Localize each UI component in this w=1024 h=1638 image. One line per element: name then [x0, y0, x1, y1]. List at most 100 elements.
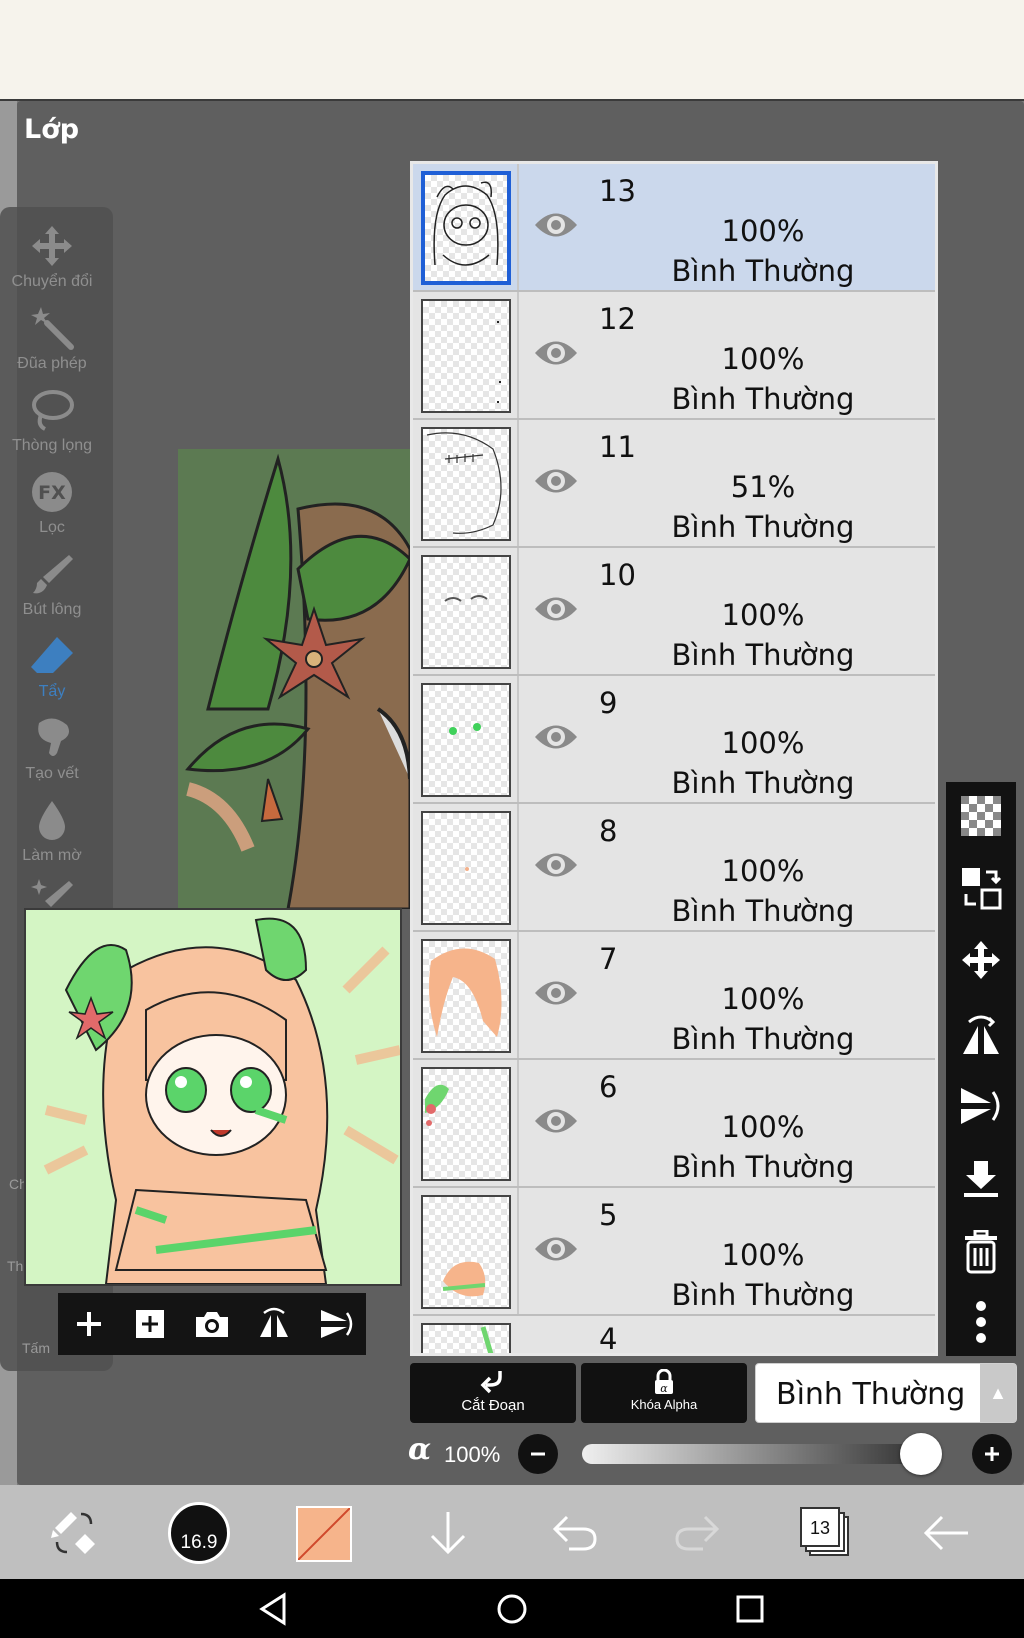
layer-blend-mode: Bình Thường [671, 510, 855, 544]
move-layer-icon[interactable] [957, 936, 1005, 984]
eye-icon[interactable] [533, 336, 579, 370]
opacity-increase-button[interactable] [972, 1434, 1012, 1474]
layer-row[interactable]: 5 100% Bình Thường [413, 1188, 935, 1316]
eye-icon[interactable] [533, 1232, 579, 1266]
eye-icon[interactable] [533, 720, 579, 754]
more-options-icon[interactable] [957, 1298, 1005, 1346]
brush-eraser-swap-icon[interactable] [46, 1505, 102, 1561]
brush-size-value: 16.9 [180, 1532, 218, 1553]
layer-thumbnail [421, 1195, 511, 1309]
tool-eraser[interactable]: Tẩy [0, 633, 104, 701]
layer-row[interactable]: 10 100% Bình Thường [413, 548, 935, 676]
redo-icon[interactable] [670, 1505, 726, 1561]
layer-divider [517, 804, 519, 930]
clipping-button[interactable]: Cắt Đoạn [410, 1363, 576, 1423]
arrow-down-icon[interactable] [420, 1505, 476, 1561]
eye-icon[interactable] [533, 592, 579, 626]
swap-layer-icon[interactable] [957, 864, 1005, 912]
layer-blend-mode: Bình Thường [671, 254, 855, 288]
layer-number: 8 [599, 814, 618, 848]
nav-recents-icon[interactable] [732, 1591, 768, 1627]
side-fragment: Tấm [22, 1340, 50, 1356]
lock-alpha-icon: α [655, 1369, 673, 1395]
bottom-toolbar: 16.9 13 [0, 1485, 1024, 1579]
layer-tools-bar [946, 782, 1016, 1356]
layer-divider [517, 548, 519, 674]
color-slash-icon [298, 1508, 350, 1560]
trash-icon[interactable] [957, 1228, 1005, 1276]
nav-home-icon[interactable] [494, 1591, 530, 1627]
transparency-checker-icon[interactable] [957, 792, 1005, 840]
layer-row[interactable]: 12 100% Bình Thường [413, 292, 935, 420]
layer-opacity: 100% [721, 982, 805, 1016]
flip-horizontal-layer-icon[interactable] [957, 1010, 1005, 1058]
color-swatch[interactable] [296, 1506, 352, 1562]
layer-thumbnail [421, 427, 511, 541]
add-layer-icon[interactable] [127, 1301, 173, 1347]
layer-opacity: 100% [721, 1110, 805, 1144]
layer-number: 4 [599, 1322, 618, 1356]
layer-thumbnail [421, 1323, 511, 1353]
layer-row[interactable]: 8 100% Bình Thường [413, 804, 935, 932]
camera-icon[interactable] [189, 1301, 235, 1347]
flip-horizontal-icon[interactable] [251, 1301, 297, 1347]
tool-magic-wand[interactable]: Đũa phép [0, 305, 104, 373]
layer-number: 6 [599, 1070, 618, 1104]
layer-number: 9 [599, 686, 618, 720]
layer-thumbnail [421, 555, 511, 669]
layer-number: 10 [599, 558, 636, 592]
layer-number: 7 [599, 942, 618, 976]
svg-text:FX: FX [38, 482, 66, 504]
tool-brush[interactable]: Bút lông [0, 551, 104, 619]
blend-mode-select[interactable]: Bình Thường ▲ [755, 1363, 1017, 1423]
flip-vertical-layer-icon[interactable] [957, 1082, 1005, 1130]
tool-smudge[interactable]: Tạo vết [0, 715, 104, 783]
layer-row[interactable]: 4 [413, 1316, 935, 1356]
tool-filter[interactable]: FX Lọc [0, 469, 104, 537]
nav-back-icon[interactable] [256, 1591, 292, 1627]
layer-blend-mode: Bình Thường [671, 1278, 855, 1312]
layers-button[interactable]: 13 [800, 1507, 849, 1556]
magic-wand-icon [31, 307, 74, 350]
layer-blend-mode: Bình Thường [671, 382, 855, 416]
add-icon[interactable] [66, 1301, 112, 1347]
layer-row[interactable]: 9 100% Bình Thường [413, 676, 935, 804]
layer-opacity: 100% [721, 854, 805, 888]
opacity-decrease-button[interactable] [518, 1434, 558, 1474]
flip-vertical-icon[interactable] [312, 1301, 358, 1347]
eye-icon[interactable] [533, 208, 579, 242]
alpha-lock-button[interactable]: α Khóa Alpha [581, 1363, 747, 1423]
undo-icon[interactable] [546, 1505, 602, 1561]
layer-row[interactable]: 13 100% Bình Thường [413, 164, 935, 292]
eye-icon[interactable] [533, 848, 579, 882]
layer-opacity: 100% [721, 726, 805, 760]
opacity-slider-knob[interactable] [900, 1433, 942, 1475]
alpha-icon: α [408, 1432, 432, 1467]
eye-icon[interactable] [533, 1104, 579, 1138]
eye-icon[interactable] [533, 464, 579, 498]
back-arrow-icon[interactable] [918, 1505, 974, 1561]
preview-drawing [26, 910, 400, 1284]
tool-lasso[interactable]: Thòng lọng [0, 387, 104, 455]
layer-row[interactable]: 7 100% Bình Thường [413, 932, 935, 1060]
tool-blur[interactable]: Làm mờ [0, 797, 104, 865]
brush-size-button[interactable]: 16.9 [168, 1502, 230, 1564]
tool-move[interactable]: Chuyển đổi [0, 223, 104, 291]
opacity-value: 100% [444, 1442, 501, 1467]
layer-row[interactable]: 11 51% Bình Thường [413, 420, 935, 548]
canvas-drawing [178, 449, 410, 909]
fx-filter-icon: FX [32, 472, 72, 512]
canvas-artwork[interactable] [178, 449, 410, 909]
merge-down-icon[interactable] [957, 1156, 1005, 1204]
reference-preview[interactable] [24, 908, 402, 1286]
layer-thumbnail [421, 299, 511, 413]
layer-number: 13 [599, 174, 636, 208]
layer-thumbnail [421, 939, 511, 1053]
layer-thumbnail [421, 811, 511, 925]
layer-row[interactable]: 6 100% Bình Thường [413, 1060, 935, 1188]
blend-mode-value: Bình Thường [776, 1377, 966, 1412]
tool-label: Tẩy [38, 683, 66, 700]
eye-icon[interactable] [533, 976, 579, 1010]
layer-blend-mode: Bình Thường [671, 894, 855, 928]
opacity-slider[interactable] [582, 1433, 942, 1475]
